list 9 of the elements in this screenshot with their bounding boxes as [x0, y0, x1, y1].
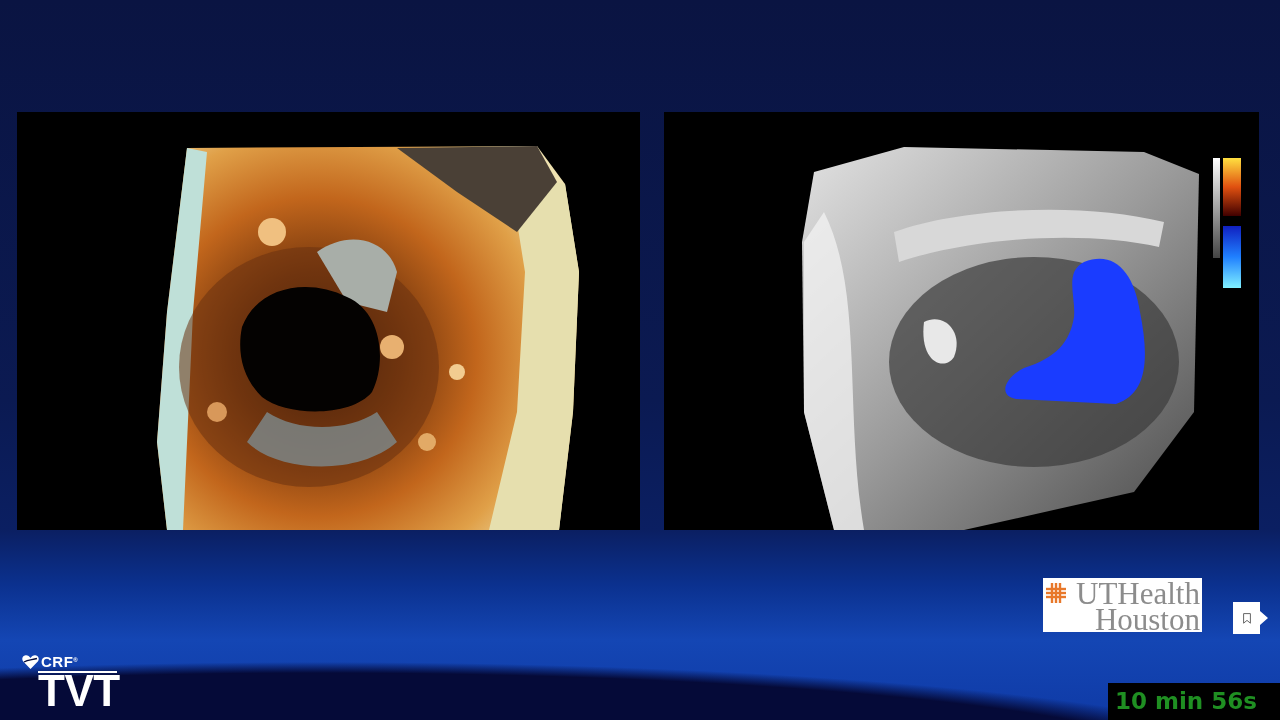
bookmark-icon [1242, 612, 1251, 624]
countdown-timer: 10 min 56s [1108, 683, 1280, 720]
bookmark-button[interactable] [1233, 602, 1268, 634]
brand-organization: CRF$^{®}$ [41, 655, 79, 669]
brand-program: TVT [38, 673, 120, 709]
logo-name: UTHealth [1075, 581, 1200, 607]
lattice-icon [1046, 583, 1066, 603]
logo-location: Houston [1094, 607, 1200, 632]
heart-icon [22, 655, 39, 669]
